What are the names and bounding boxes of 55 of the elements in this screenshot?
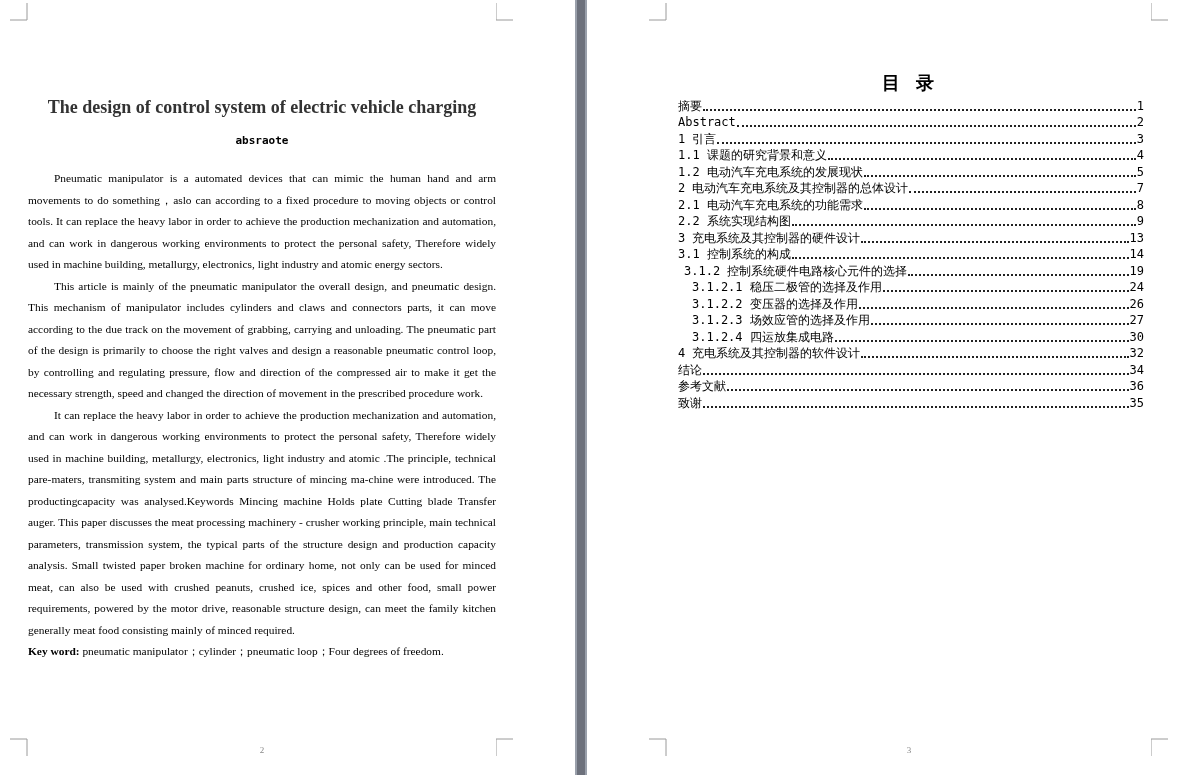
body-paragraph: This article is mainly of the pneumatic manipulator the overall design, and pneumatic design. This mechanism of manipulator includes cylinders and claws and connectors parts, it can move according to the due track on the movement of grabbing, carrying and unloading. The pneumatic part of the design is primarily to choose the right valves and design a reasonable pneumatic control loop, by controlling and regulating pressure, flow and direction of the compressed air to make it get the necessary strength, speed and changed the direction of movement in the prescribed procedure work. xyxy=(28,278,496,401)
toc-entry[interactable]: 2 电动汽车充电系统及其控制器的总体设计 xyxy=(678,180,909,196)
toc-entry[interactable]: 3 充电系统及其控制器的硬件设计 xyxy=(678,229,861,246)
crop-mark-icon xyxy=(10,3,28,21)
toc-entry[interactable]: 1 引言 xyxy=(678,130,717,147)
toc-page-number[interactable]: 13 xyxy=(1129,229,1144,246)
toc-entry[interactable]: 3.1.2.4 四运放集成电路 xyxy=(692,328,834,345)
body-paragraph: Pneumatic manipulator is a automated devices that can mimic the human hand and arm movements to do something，aslo can according to a fixed procedure to moving objects or control tools. It can replace the heavy labor in order to achieve the production mechanization and automation, and can work in dangerous working environments to protect the personal safety, Therefore widely used in machine building, metallurgy, electronics, light industry and atomic energy sectors. xyxy=(28,171,496,272)
toc-entry[interactable]: 2.1 电动汽车充电系统的功能需求 xyxy=(678,196,863,213)
crop-mark-icon xyxy=(1151,3,1169,21)
toc-page-number[interactable]: 8 xyxy=(1136,196,1144,213)
toc-page-number[interactable]: 14 xyxy=(1129,246,1144,262)
toc-entry[interactable]: 致谢 xyxy=(678,394,702,411)
toc-page-number[interactable]: 19 xyxy=(1129,262,1144,279)
document-title: The design of control system of electric vehicle charging xyxy=(46,96,478,119)
toc-page-number[interactable]: 9 xyxy=(1136,213,1144,229)
crop-mark-icon xyxy=(496,3,514,21)
toc-page-number[interactable]: 24 xyxy=(1129,279,1144,295)
toc-page-number[interactable]: 26 xyxy=(1129,295,1144,312)
toc-page-number[interactable]: 7 xyxy=(1136,180,1144,196)
toc-entry[interactable]: Abstract xyxy=(678,114,736,130)
toc-page-number[interactable]: 1 xyxy=(1136,97,1144,114)
toc-page-number[interactable]: 5 xyxy=(1136,163,1144,180)
toc-entry[interactable]: 2.2 系统实现结构图 xyxy=(678,213,791,229)
toc-page-number[interactable]: 4 xyxy=(1136,147,1144,163)
crop-mark-icon xyxy=(10,737,28,756)
crop-mark-icon xyxy=(649,3,667,21)
crop-mark-icon xyxy=(496,737,514,756)
toc-entry[interactable]: 结论 xyxy=(678,361,702,378)
page-number: 2 xyxy=(259,743,265,757)
body-paragraph: It can replace the heavy labor in order to achieve the production mechanization and automation, and can work in dangerous working environments to protect the personal safety, Therefore widely used in machine building, metallurgy, electronics, light industry and atomic .The principle, technical pare-maters, transmiting system and main parts structure of mincing ma-chine were introduced. The productingcapacity was analysed.Keywords Mincing machine Holds plate Cutting blade Transfer auger. This paper discusses the meat processing machinery - crusher working principle, main technical parameters, transmission system, the typical parts of the structure design and production capacity analysis. Small twisted paper broken machine for ordinary home, not only can be used for minced meat, can also be used with crushed peanuts, crushed ice, spices and other food, small power requirements, powered by the motor drive, reasonable structure design, can meet the family kitchen generally meat food consisting mainly of minced required. xyxy=(28,407,496,638)
toc-page-number[interactable]: 35 xyxy=(1129,394,1144,411)
keywords-line: Key word: pneumatic manipulator；cylinder；pneumatic loop；Four degrees of freedom. xyxy=(28,644,445,659)
toc-entry[interactable]: 3.1.2 控制系统硬件电路核心元件的选择 xyxy=(684,262,908,279)
toc-entry[interactable]: 1.1 课题的研究背景和意义 xyxy=(678,147,827,163)
toc-entry[interactable]: 3.1.2.3 场效应管的选择及作用 xyxy=(692,312,870,328)
page-number: 3 xyxy=(906,743,912,757)
toc-page-number[interactable]: 30 xyxy=(1129,328,1144,345)
toc-entry[interactable]: 3.1.2.2 变压器的选择及作用 xyxy=(692,295,858,312)
crop-mark-icon xyxy=(1151,737,1169,756)
crop-mark-icon xyxy=(649,737,667,756)
toc-entry[interactable]: 摘要 xyxy=(678,97,702,114)
toc-page-number[interactable]: 36 xyxy=(1129,378,1144,394)
toc-page-number[interactable]: 3 xyxy=(1136,130,1144,147)
toc-page-number[interactable]: 32 xyxy=(1129,345,1144,361)
contents-title: 目 录 xyxy=(880,72,942,94)
toc-entry[interactable]: 3.1.2.1 稳压二极管的选择及作用 xyxy=(692,279,882,295)
toc-page-number[interactable]: 2 xyxy=(1136,114,1144,130)
toc-page-number[interactable]: 27 xyxy=(1129,312,1144,328)
section-heading: absraote xyxy=(234,133,290,149)
toc-entry[interactable]: 参考文献 xyxy=(678,378,726,394)
toc-entry[interactable]: 1.2 电动汽车充电系统的发展现状 xyxy=(678,163,863,180)
toc-page-number[interactable]: 34 xyxy=(1129,361,1144,378)
toc-entry[interactable]: 4 充电系统及其控制器的软件设计 xyxy=(678,345,861,361)
toc-entry[interactable]: 3.1 控制系统的构成 xyxy=(678,246,791,262)
